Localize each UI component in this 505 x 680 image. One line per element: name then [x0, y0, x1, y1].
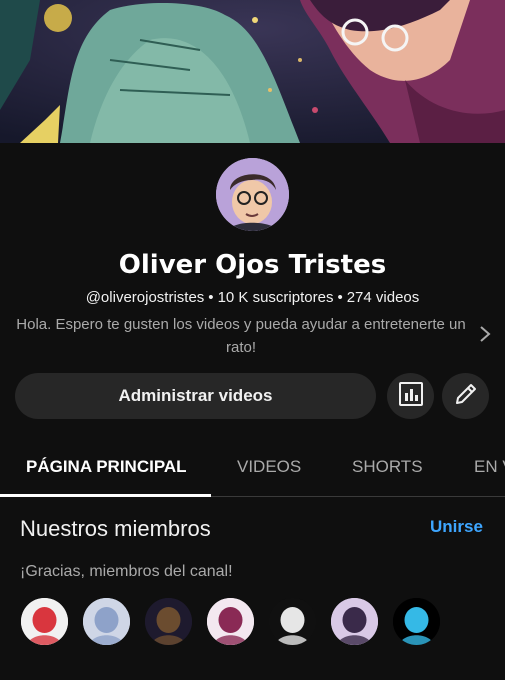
analytics-icon — [398, 381, 424, 412]
pencil-icon — [453, 381, 479, 412]
channel-description[interactable]: Hola. Espero te gusten los videos y pued… — [16, 313, 466, 359]
manage-videos-button[interactable]: Administrar videos — [15, 373, 376, 419]
join-button[interactable]: Unirse — [430, 514, 483, 540]
channel-name: Oliver Ojos Tristes — [118, 250, 387, 280]
active-tab-indicator — [0, 494, 211, 497]
channel-meta: @oliverojostristes • 10 K suscriptores • 274… — [0, 288, 505, 308]
channel-banner — [0, 0, 505, 143]
member-avatar[interactable] — [207, 598, 254, 645]
subscriber-count: 10 K suscriptores — [217, 289, 334, 306]
tab-home[interactable]: PÁGINA PRINCIPAL — [26, 440, 187, 493]
meta-separator: • — [337, 289, 343, 306]
channel-handle: @oliverojostristes — [85, 289, 205, 306]
members-thanks: ¡Gracias, miembros del canal! — [20, 563, 233, 580]
member-avatar[interactable] — [269, 598, 316, 645]
meta-separator: • — [208, 289, 214, 306]
tab-shorts[interactable]: SHORTS — [352, 440, 423, 493]
channel-tabs: PÁGINA PRINCIPAL VIDEOS SHORTS EN V — [0, 440, 505, 497]
members-title: Nuestros miembros — [20, 516, 211, 541]
member-avatar[interactable] — [83, 598, 130, 645]
analytics-button[interactable] — [387, 373, 434, 419]
video-count: 274 videos — [346, 289, 420, 306]
member-avatar[interactable] — [393, 598, 440, 645]
chevron-right-icon[interactable] — [475, 322, 495, 346]
tab-live[interactable]: EN V — [474, 440, 505, 493]
edit-channel-button[interactable] — [442, 373, 489, 419]
channel-avatar[interactable] — [216, 158, 289, 231]
member-avatar[interactable] — [145, 598, 192, 645]
member-avatar[interactable] — [21, 598, 68, 645]
tab-videos[interactable]: VIDEOS — [237, 440, 301, 493]
member-avatar[interactable] — [331, 598, 378, 645]
